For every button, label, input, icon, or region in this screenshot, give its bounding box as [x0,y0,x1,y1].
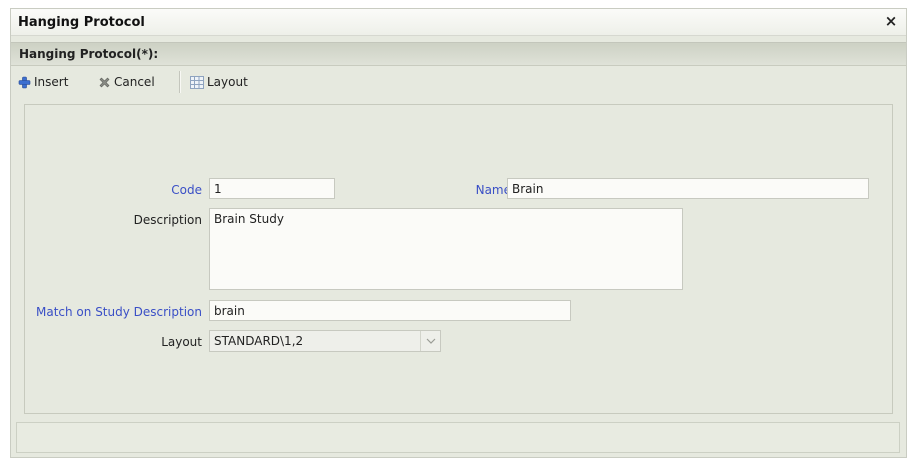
description-field[interactable]: Brain Study [209,208,683,290]
match-study-description-field[interactable]: brain [209,300,571,321]
code-field[interactable]: 1 [209,178,335,199]
match-study-description-label: Match on Study Description [36,305,202,319]
window-title: Hanging Protocol [18,15,145,30]
toolbar-separator [179,71,181,93]
status-footer [16,422,900,453]
chevron-down-icon[interactable] [420,331,440,351]
panel-header-title: Hanging Protocol(*): [19,47,159,61]
name-field[interactable]: Brain [507,178,869,199]
hanging-protocol-dialog: Hanging Protocol × Hanging Protocol(*): … [10,8,907,458]
insert-button[interactable]: Insert [18,73,68,91]
title-bar: Hanging Protocol × [11,9,906,36]
layout-select[interactable]: STANDARD\1,2 [209,330,441,352]
close-icon[interactable]: × [884,13,898,29]
layout-select-label: Layout [161,335,202,349]
layout-select-value: STANDARD\1,2 [214,334,304,348]
toolbar: Insert Cancel Layout [11,67,906,97]
layout-button[interactable]: Layout [190,73,248,91]
description-label: Description [133,213,202,227]
name-label: Name [475,183,511,197]
code-label: Code [171,183,202,197]
cancel-label: Cancel [114,75,155,89]
cancel-button[interactable]: Cancel [98,73,155,91]
layout-label: Layout [207,75,248,89]
x-icon [99,77,110,87]
insert-label: Insert [34,75,69,89]
grid-icon [190,75,204,89]
panel-header: Hanging Protocol(*): [11,42,906,66]
form-area: Code 1 Name Brain Description Brain Stud… [24,104,893,414]
plus-icon [18,76,31,88]
